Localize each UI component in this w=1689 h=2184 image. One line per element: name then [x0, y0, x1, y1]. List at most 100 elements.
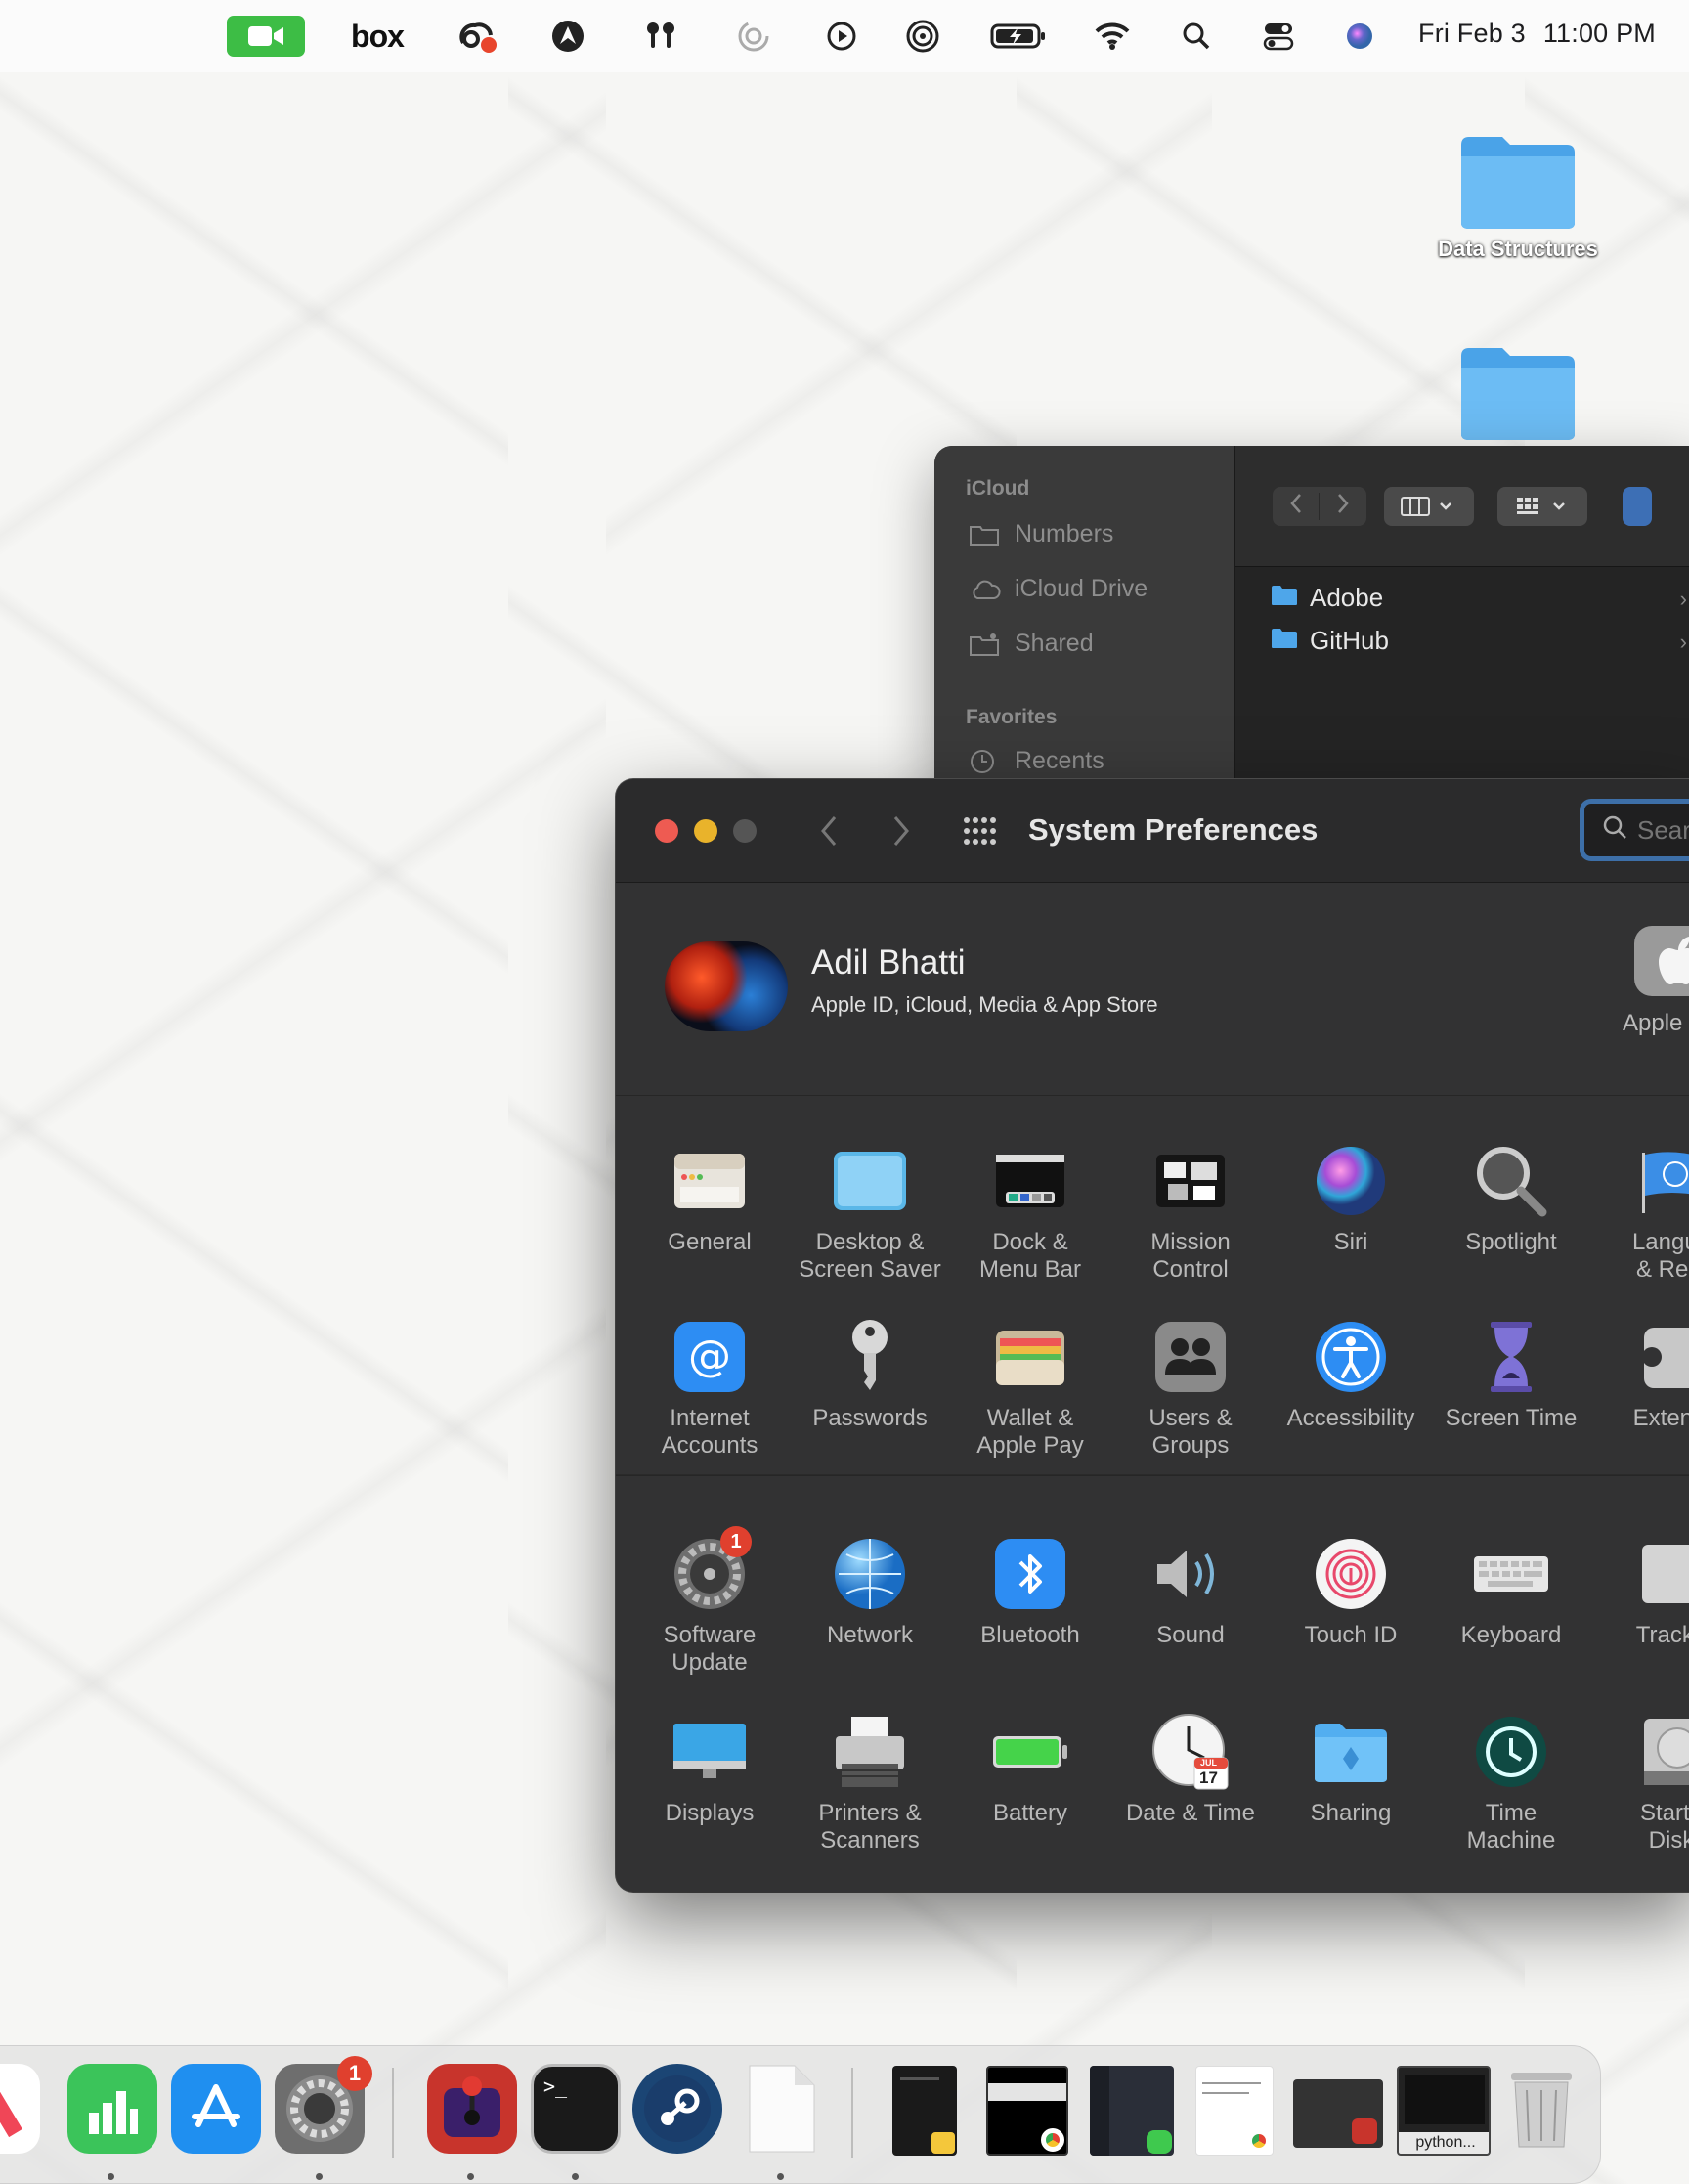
pref-screen-time[interactable]: Screen Time — [1431, 1317, 1591, 1432]
pref-dock-menu-bar[interactable]: Dock & Menu Bar — [950, 1141, 1110, 1284]
group-view-button[interactable] — [1497, 487, 1587, 526]
forward-icon[interactable] — [1320, 493, 1366, 520]
menubar-time: 11:00 PM — [1542, 19, 1656, 48]
zoom-button[interactable] — [733, 819, 757, 843]
file-name: GitHub — [1310, 626, 1389, 655]
creative-cloud-icon[interactable] — [455, 18, 498, 55]
column-view-button[interactable] — [1384, 487, 1474, 526]
pref-internet-accounts[interactable]: @ Internet Accounts — [629, 1317, 790, 1460]
siri-icon[interactable] — [1343, 18, 1376, 55]
steam-app-icon[interactable] — [632, 2064, 722, 2154]
focus-icon[interactable] — [735, 18, 772, 55]
pref-users-groups[interactable]: Users & Groups — [1110, 1317, 1271, 1460]
cloud-icon — [970, 578, 1001, 601]
pref-passwords[interactable]: Passwords — [790, 1317, 950, 1432]
back-icon[interactable] — [1273, 493, 1320, 520]
app-store-icon[interactable] — [171, 2064, 261, 2154]
search-icon[interactable] — [1179, 18, 1214, 55]
pref-general[interactable]: General — [629, 1141, 790, 1256]
pref-startup-disk[interactable]: Startu Disk — [1591, 1712, 1689, 1855]
trash-icon[interactable] — [1496, 2064, 1586, 2154]
news-app-icon[interactable] — [0, 2064, 40, 2154]
minimized-window[interactable]: python... — [1397, 2066, 1491, 2156]
svg-text:@: @ — [688, 1332, 731, 1381]
pref-date-time[interactable]: JUL 17 Date & Time — [1110, 1712, 1271, 1827]
forward-icon[interactable] — [891, 814, 911, 852]
sidebar-item-recents[interactable]: Recents — [970, 747, 1104, 775]
minimized-window[interactable] — [1090, 2066, 1174, 2156]
pref-mission-control[interactable]: Mission Control — [1110, 1141, 1271, 1284]
pref-time-machine[interactable]: Time Machine — [1431, 1712, 1591, 1855]
pref-label: Battery — [992, 1800, 1068, 1826]
box-icon[interactable]: box — [350, 18, 405, 55]
airdrop-icon[interactable] — [903, 18, 942, 55]
wifi-icon[interactable] — [1093, 18, 1132, 55]
desktop-screen-saver-icon — [830, 1141, 910, 1221]
pref-software-update[interactable]: 1 Software Update — [629, 1526, 790, 1677]
menubar-clock[interactable]: Fri Feb 3 11:00 PM — [1418, 19, 1656, 49]
system-preferences-window[interactable]: System Preferences Adil Bhatti Apple ID,… — [616, 779, 1689, 1892]
play-icon[interactable] — [823, 18, 860, 55]
pref-sharing[interactable]: Sharing — [1271, 1712, 1431, 1827]
search-field[interactable] — [1580, 799, 1689, 861]
pref-desktop-screen-saver[interactable]: Desktop & Screen Saver — [790, 1141, 950, 1284]
close-button[interactable] — [655, 819, 678, 843]
apple-id-section[interactable]: Adil Bhatti Apple ID, iCloud, Media & Ap… — [616, 883, 1689, 1096]
system-preferences-dock-icon[interactable]: 1 — [275, 2056, 372, 2154]
sidebar-item-label: Numbers — [1015, 520, 1114, 547]
pref-displays[interactable]: Displays — [629, 1712, 790, 1827]
minimized-window[interactable] — [1195, 2066, 1274, 2156]
pref-keyboard[interactable]: Keyboard — [1431, 1534, 1591, 1649]
window-label: python... — [1399, 2132, 1489, 2154]
pref-network[interactable]: Network — [790, 1534, 950, 1649]
hourglass-icon — [1471, 1317, 1551, 1397]
sidebar-item-icloud-drive[interactable]: iCloud Drive — [970, 575, 1148, 603]
document-icon[interactable] — [736, 2064, 826, 2154]
avatar[interactable] — [665, 941, 788, 1031]
control-center-icon[interactable] — [1261, 18, 1296, 55]
sidebar-item-numbers[interactable]: Numbers — [970, 520, 1113, 548]
pref-extensions[interactable]: Extensi — [1591, 1317, 1689, 1432]
pref-battery[interactable]: Battery — [950, 1712, 1110, 1827]
running-indicator — [777, 2173, 784, 2180]
pref-language-region[interactable]: Langua & Regi — [1591, 1141, 1689, 1284]
list-item[interactable]: GitHub — [1271, 626, 1389, 656]
minimized-window[interactable] — [1293, 2079, 1383, 2148]
pref-accessibility[interactable]: Accessibility — [1271, 1317, 1431, 1432]
terminal-app-icon[interactable]: >_ — [531, 2064, 621, 2154]
search-input[interactable] — [1637, 814, 1689, 846]
list-item[interactable]: Adobe — [1271, 583, 1383, 613]
pref-printers-scanners[interactable]: Printers & Scanners — [790, 1712, 950, 1855]
pref-label: General — [668, 1229, 752, 1255]
dock-menu-bar-icon — [990, 1141, 1070, 1221]
pref-label: Siri — [1333, 1229, 1368, 1255]
pref-spotlight[interactable]: Spotlight — [1431, 1141, 1591, 1256]
share-button[interactable] — [1623, 487, 1652, 526]
pref-sound[interactable]: Sound — [1110, 1534, 1271, 1649]
numbers-app-icon[interactable] — [67, 2064, 157, 2154]
speaker-icon — [1150, 1534, 1231, 1614]
avast-icon[interactable] — [549, 18, 586, 55]
chevron-right-icon: › — [1679, 630, 1687, 654]
facetime-icon[interactable] — [227, 16, 305, 57]
minimize-button[interactable] — [694, 819, 717, 843]
display-icon — [670, 1712, 750, 1792]
sidebar-item-shared[interactable]: Shared — [970, 630, 1094, 658]
desktop-folder[interactable] — [1435, 344, 1601, 442]
minimized-window[interactable] — [892, 2066, 957, 2156]
pref-bluetooth[interactable]: Bluetooth — [950, 1534, 1110, 1649]
minimized-window[interactable] — [986, 2066, 1068, 2156]
apple-logo-icon[interactable] — [1634, 926, 1689, 996]
back-icon[interactable] — [819, 814, 839, 852]
pref-trackpad[interactable]: Trackp — [1591, 1534, 1689, 1649]
grid-icon[interactable] — [962, 816, 997, 852]
battery-icon[interactable] — [989, 18, 1048, 55]
joystick-app-icon[interactable] — [427, 2064, 517, 2154]
desktop-folder[interactable]: Data Structures — [1435, 133, 1601, 262]
pref-touch-id[interactable]: Touch ID — [1271, 1534, 1431, 1649]
spotlight-icon — [1471, 1141, 1551, 1221]
finder-window[interactable]: iCloud Numbers iCloud Drive Shared Favor… — [934, 446, 1689, 798]
pref-siri[interactable]: Siri — [1271, 1141, 1431, 1256]
airpods-icon[interactable] — [641, 18, 680, 55]
pref-wallet-apple-pay[interactable]: Wallet & Apple Pay — [950, 1317, 1110, 1460]
